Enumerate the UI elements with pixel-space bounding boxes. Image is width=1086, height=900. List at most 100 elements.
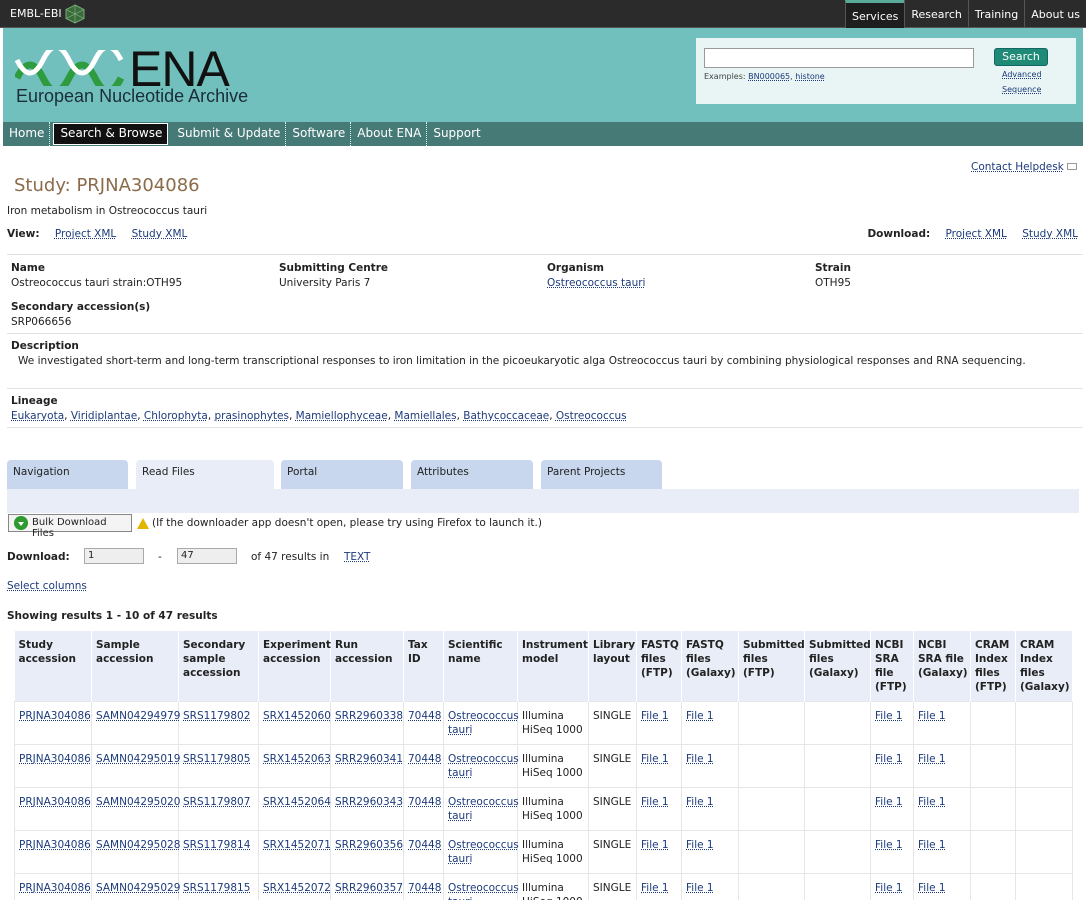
download-text-link[interactable]: TEXT bbox=[344, 551, 370, 563]
global-nav-training[interactable]: Training bbox=[967, 0, 1024, 28]
cell-link[interactable]: SRX1452072 bbox=[263, 882, 331, 894]
global-nav-research[interactable]: Research bbox=[904, 0, 967, 28]
table-cell: Illumina HiSeq 1000 bbox=[517, 701, 589, 745]
download-from-input[interactable]: 1 bbox=[84, 548, 144, 564]
embl-ebi-logo[interactable]: EMBL-EBI bbox=[10, 7, 62, 20]
search-input[interactable] bbox=[704, 48, 974, 68]
nav-support[interactable]: Support bbox=[427, 122, 485, 146]
cell-link[interactable]: SAMN04295029 bbox=[96, 882, 180, 894]
tab-portal[interactable]: Portal bbox=[281, 460, 403, 490]
cell-link[interactable]: SRR2960343 bbox=[335, 796, 403, 808]
cell-link[interactable]: File 1 bbox=[918, 839, 946, 851]
cell-link[interactable]: File 1 bbox=[875, 839, 903, 851]
cell-link[interactable]: File 1 bbox=[875, 753, 903, 765]
cell-link[interactable]: File 1 bbox=[918, 710, 946, 722]
cell-link[interactable]: PRJNA304086 bbox=[19, 839, 91, 851]
cell-link[interactable]: SAMN04294979 bbox=[96, 710, 180, 722]
cell-link[interactable]: File 1 bbox=[918, 753, 946, 765]
lineage-link-chlorophyta[interactable]: Chlorophyta bbox=[144, 410, 208, 422]
table-cell bbox=[738, 873, 805, 900]
cell-link[interactable]: SRS1179814 bbox=[183, 839, 250, 851]
lineage-link-mamiellophyceae[interactable]: Mamiellophyceae bbox=[296, 410, 388, 422]
cell-link[interactable]: PRJNA304086 bbox=[19, 753, 91, 765]
lineage-link-ostreococcus[interactable]: Ostreococcus bbox=[556, 410, 627, 422]
cell-link[interactable]: SRX1452064 bbox=[263, 796, 331, 808]
cell-link[interactable]: File 1 bbox=[641, 839, 669, 851]
download-to-input[interactable]: 47 bbox=[177, 548, 237, 564]
cell-link[interactable]: SAMN04295020 bbox=[96, 796, 180, 808]
cell-link[interactable]: SAMN04295019 bbox=[96, 753, 180, 765]
table-cell: File 1 bbox=[913, 873, 971, 900]
cell-link[interactable]: SRR2960338 bbox=[335, 710, 403, 722]
cell-link[interactable]: File 1 bbox=[641, 753, 669, 765]
tab-parent-projects[interactable]: Parent Projects bbox=[541, 460, 662, 490]
cell-link[interactable]: PRJNA304086 bbox=[19, 710, 91, 722]
cell-link[interactable]: SRS1179802 bbox=[183, 710, 250, 722]
cell-link[interactable]: File 1 bbox=[686, 839, 714, 851]
select-columns-link[interactable]: Select columns bbox=[7, 580, 87, 592]
tab-attributes[interactable]: Attributes bbox=[411, 460, 533, 490]
global-nav-about-us[interactable]: About us bbox=[1024, 0, 1086, 28]
cell-link[interactable]: SRX1452063 bbox=[263, 753, 331, 765]
example-link-bn000065[interactable]: BN000065 bbox=[748, 72, 790, 81]
cell-link[interactable]: Ostreococcus tauri bbox=[448, 882, 519, 900]
cell-link[interactable]: SRR2960356 bbox=[335, 839, 403, 851]
sequence-search-link[interactable]: Sequence bbox=[1002, 85, 1041, 94]
cell-link[interactable]: File 1 bbox=[875, 710, 903, 722]
nav-software[interactable]: Software bbox=[286, 122, 352, 146]
cell-link[interactable]: 70448 bbox=[408, 796, 441, 808]
lineage-link-mamiellales[interactable]: Mamiellales bbox=[394, 410, 456, 422]
cell-link[interactable]: File 1 bbox=[641, 882, 669, 894]
cell-link[interactable]: File 1 bbox=[686, 710, 714, 722]
search-button[interactable]: Search bbox=[994, 48, 1048, 66]
table-cell: PRJNA304086 bbox=[14, 873, 92, 900]
cell-link[interactable]: Ostreococcus tauri bbox=[448, 796, 519, 822]
nav-submit-update[interactable]: Submit & Update bbox=[171, 122, 287, 146]
tab-read-files[interactable]: Read Files bbox=[136, 460, 274, 491]
cell-link[interactable]: File 1 bbox=[918, 796, 946, 808]
cell-link[interactable]: File 1 bbox=[641, 796, 669, 808]
cell-link[interactable]: SRS1179805 bbox=[183, 753, 250, 765]
cell-link[interactable]: 70448 bbox=[408, 839, 441, 851]
cell-link[interactable]: 70448 bbox=[408, 882, 441, 894]
cell-link[interactable]: SRR2960357 bbox=[335, 882, 403, 894]
nav-search-browse[interactable]: Search & Browse bbox=[53, 123, 169, 145]
view-study-xml-link[interactable]: Study XML bbox=[132, 228, 188, 240]
lineage-link-bathycoccaceae[interactable]: Bathycoccaceae bbox=[463, 410, 549, 422]
cell-link[interactable]: File 1 bbox=[686, 753, 714, 765]
advanced-search-link[interactable]: Advanced bbox=[1002, 70, 1042, 79]
cell-link[interactable]: SRX1452060 bbox=[263, 710, 331, 722]
cell-link[interactable]: File 1 bbox=[875, 882, 903, 894]
cell-link[interactable]: SRX1452071 bbox=[263, 839, 331, 851]
table-cell: PRJNA304086 bbox=[14, 701, 92, 745]
cell-link[interactable]: PRJNA304086 bbox=[19, 796, 91, 808]
cell-link[interactable]: 70448 bbox=[408, 710, 441, 722]
cell-link[interactable]: File 1 bbox=[918, 882, 946, 894]
cell-link[interactable]: File 1 bbox=[686, 796, 714, 808]
cell-link[interactable]: Ostreococcus tauri bbox=[448, 839, 519, 865]
cell-link[interactable]: Ostreococcus tauri bbox=[448, 753, 519, 779]
download-study-xml-link[interactable]: Study XML bbox=[1022, 228, 1078, 240]
download-project-xml-link[interactable]: Project XML bbox=[946, 228, 1007, 240]
cell-link[interactable]: SAMN04295028 bbox=[96, 839, 180, 851]
lineage-link-eukaryota[interactable]: Eukaryota bbox=[11, 410, 64, 422]
cell-link[interactable]: File 1 bbox=[686, 882, 714, 894]
global-nav-services[interactable]: Services bbox=[845, 0, 905, 28]
cell-link[interactable]: SRR2960341 bbox=[335, 753, 403, 765]
nav-about-ena[interactable]: About ENA bbox=[351, 122, 428, 146]
example-link-histone[interactable]: histone bbox=[795, 72, 824, 81]
contact-helpdesk-link[interactable]: Contact Helpdesk bbox=[971, 161, 1064, 173]
cell-link[interactable]: SRS1179807 bbox=[183, 796, 250, 808]
nav-home[interactable]: Home bbox=[3, 122, 51, 146]
lineage-link-viridiplantae[interactable]: Viridiplantae bbox=[71, 410, 137, 422]
cell-link[interactable]: 70448 bbox=[408, 753, 441, 765]
cell-link[interactable]: File 1 bbox=[875, 796, 903, 808]
organism-link[interactable]: Ostreococcus tauri bbox=[547, 277, 645, 289]
cell-link[interactable]: File 1 bbox=[641, 710, 669, 722]
cell-link[interactable]: PRJNA304086 bbox=[19, 882, 91, 894]
cell-link[interactable]: Ostreococcus tauri bbox=[448, 710, 519, 736]
cell-link[interactable]: SRS1179815 bbox=[183, 882, 250, 894]
lineage-link-prasinophytes[interactable]: prasinophytes bbox=[215, 410, 289, 422]
tab-navigation[interactable]: Navigation bbox=[7, 460, 128, 490]
view-project-xml-link[interactable]: Project XML bbox=[55, 228, 116, 240]
